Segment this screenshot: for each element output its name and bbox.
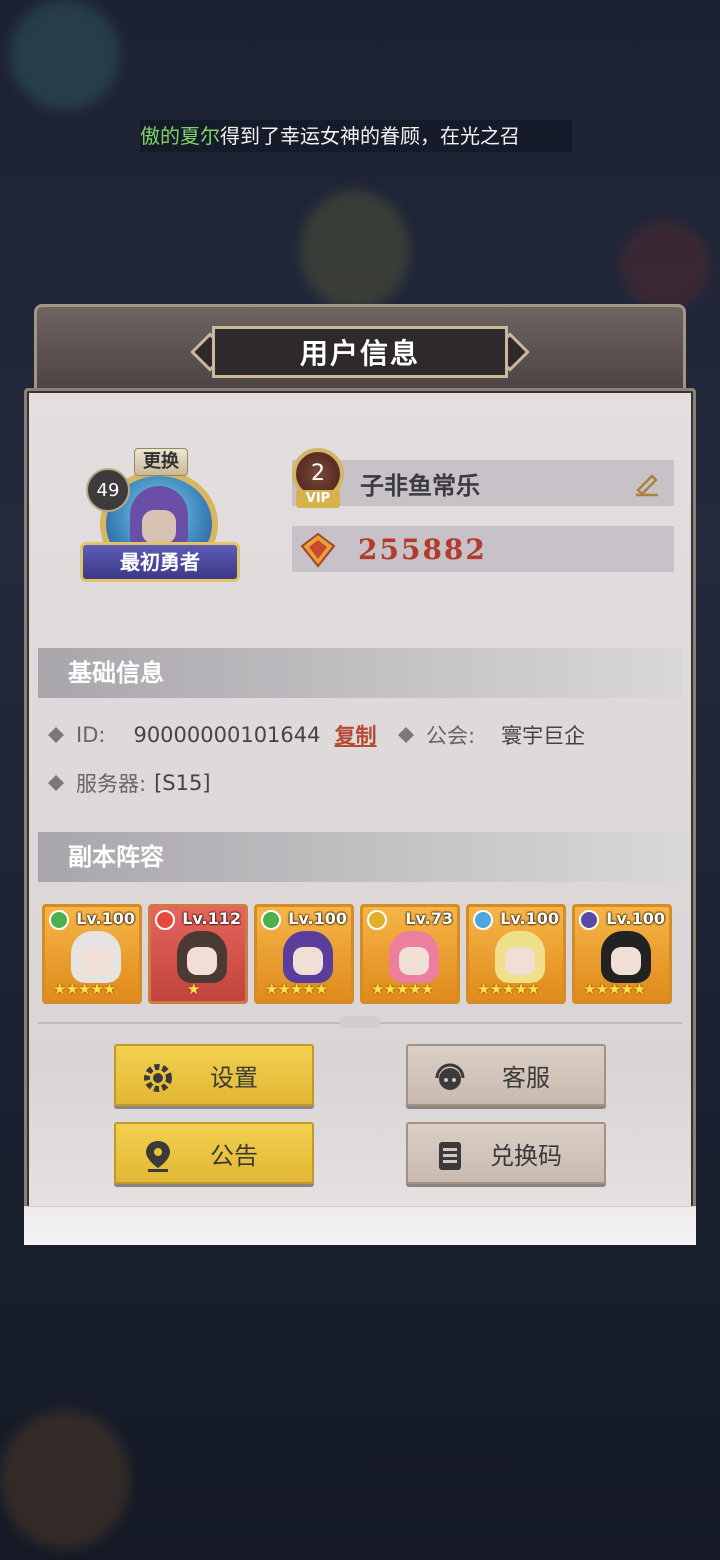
copy-id-button[interactable]: 复制	[335, 720, 377, 750]
background-blob	[10, 0, 120, 110]
customer-service-label: 客服	[502, 1063, 550, 1092]
guild-label: 公会:	[426, 724, 476, 748]
customer-service-button[interactable]: 客服	[406, 1044, 606, 1106]
hero-stars: ★★★★★	[265, 980, 328, 998]
player-level-badge: 49	[86, 468, 130, 512]
username-row: 子非鱼常乐	[292, 460, 674, 506]
player-title-banner: 最初勇者	[80, 542, 240, 582]
bullet-diamond-icon	[48, 727, 64, 743]
hero-face	[293, 947, 323, 975]
headset-icon	[435, 1063, 465, 1090]
dungeon-team-header: 副本阵容	[38, 832, 682, 882]
combat-power-icon	[300, 532, 336, 568]
hero-face	[187, 947, 217, 975]
element-icon	[261, 910, 281, 930]
element-icon	[579, 910, 599, 930]
hero-level: Lv.100	[606, 909, 665, 928]
combat-power-value: 255882	[358, 532, 487, 566]
hero-face	[505, 947, 535, 975]
hero-card[interactable]: Lv.73 ★★★★★	[360, 904, 460, 1004]
announcement-ticker: 傲的夏尔得到了幸运女神的眷顾，在光之召	[140, 120, 572, 152]
notice-label: 公告	[210, 1141, 258, 1170]
gear-icon	[144, 1064, 172, 1092]
divider-ornament	[340, 1016, 380, 1028]
hero-level: Lv.73	[405, 909, 453, 928]
hero-card[interactable]: Lv.100 ★★★★★	[466, 904, 566, 1004]
dialog-title: 用户信息	[212, 326, 508, 378]
background-blob	[300, 190, 410, 310]
ticker-player-name: 傲的夏尔	[140, 124, 220, 148]
hero-face	[611, 947, 641, 975]
location-pin-icon	[146, 1141, 170, 1172]
background-blob	[0, 1410, 130, 1550]
hero-team: Lv.100 ★★★★★ Lv.112 ★ Lv.100 ★★★★★ Lv.73…	[42, 904, 674, 1004]
hero-stars: ★★★★★	[477, 980, 540, 998]
hero-card[interactable]: Lv.100 ★★★★★	[254, 904, 354, 1004]
player-id-row: ID: 90000000101644 复制	[48, 720, 377, 750]
edit-name-icon[interactable]	[632, 468, 662, 498]
hero-card[interactable]: Lv.100 ★★★★★	[572, 904, 672, 1004]
hero-level: Lv.100	[288, 909, 347, 928]
settings-button[interactable]: 设置	[114, 1044, 314, 1106]
id-label: ID:	[76, 723, 106, 747]
hero-card[interactable]: Lv.100 ★★★★★	[42, 904, 142, 1004]
username: 子非鱼常乐	[360, 471, 480, 500]
redeem-code-label: 兑换码	[490, 1141, 562, 1170]
book-icon	[439, 1142, 461, 1170]
ticker-text: 得到了幸运女神的眷顾，在光之召	[220, 124, 520, 148]
bullet-diamond-icon	[398, 727, 414, 743]
element-icon	[473, 910, 493, 930]
hero-stars: ★★★★★	[371, 980, 434, 998]
hero-face	[399, 947, 429, 975]
redeem-code-button[interactable]: 兑换码	[406, 1122, 606, 1184]
panel-footer	[24, 1206, 696, 1245]
element-icon	[49, 910, 69, 930]
element-icon	[155, 910, 175, 930]
basic-info-header: 基础信息	[38, 648, 682, 698]
hero-stars: ★★★★★	[53, 980, 116, 998]
notice-button[interactable]: 公告	[114, 1122, 314, 1184]
hero-stars: ★	[187, 980, 200, 998]
background-blob	[620, 220, 710, 310]
hero-card[interactable]: Lv.112 ★	[148, 904, 248, 1004]
server-row: 服务器: [S15]	[48, 768, 211, 798]
hero-level: Lv.112	[182, 909, 241, 928]
hero-face	[81, 947, 111, 975]
hero-stars: ★★★★★	[583, 980, 646, 998]
id-value: 90000000101644	[133, 723, 321, 747]
hero-level: Lv.100	[500, 909, 559, 928]
avatar-face	[142, 510, 176, 544]
vip-label: VIP	[296, 490, 340, 508]
vip-badge: 2 VIP	[288, 448, 348, 512]
element-icon	[367, 910, 387, 930]
server-value: [S15]	[154, 771, 211, 795]
hero-level: Lv.100	[76, 909, 135, 928]
settings-label: 设置	[210, 1063, 258, 1092]
guild-value: 寰宇巨企	[501, 724, 586, 748]
server-label: 服务器:	[76, 772, 147, 796]
guild-row: 公会: 寰宇巨企	[398, 720, 585, 750]
bullet-diamond-icon	[48, 775, 64, 791]
change-avatar-button[interactable]: 更换	[134, 448, 188, 476]
power-row: 255882	[292, 526, 674, 572]
